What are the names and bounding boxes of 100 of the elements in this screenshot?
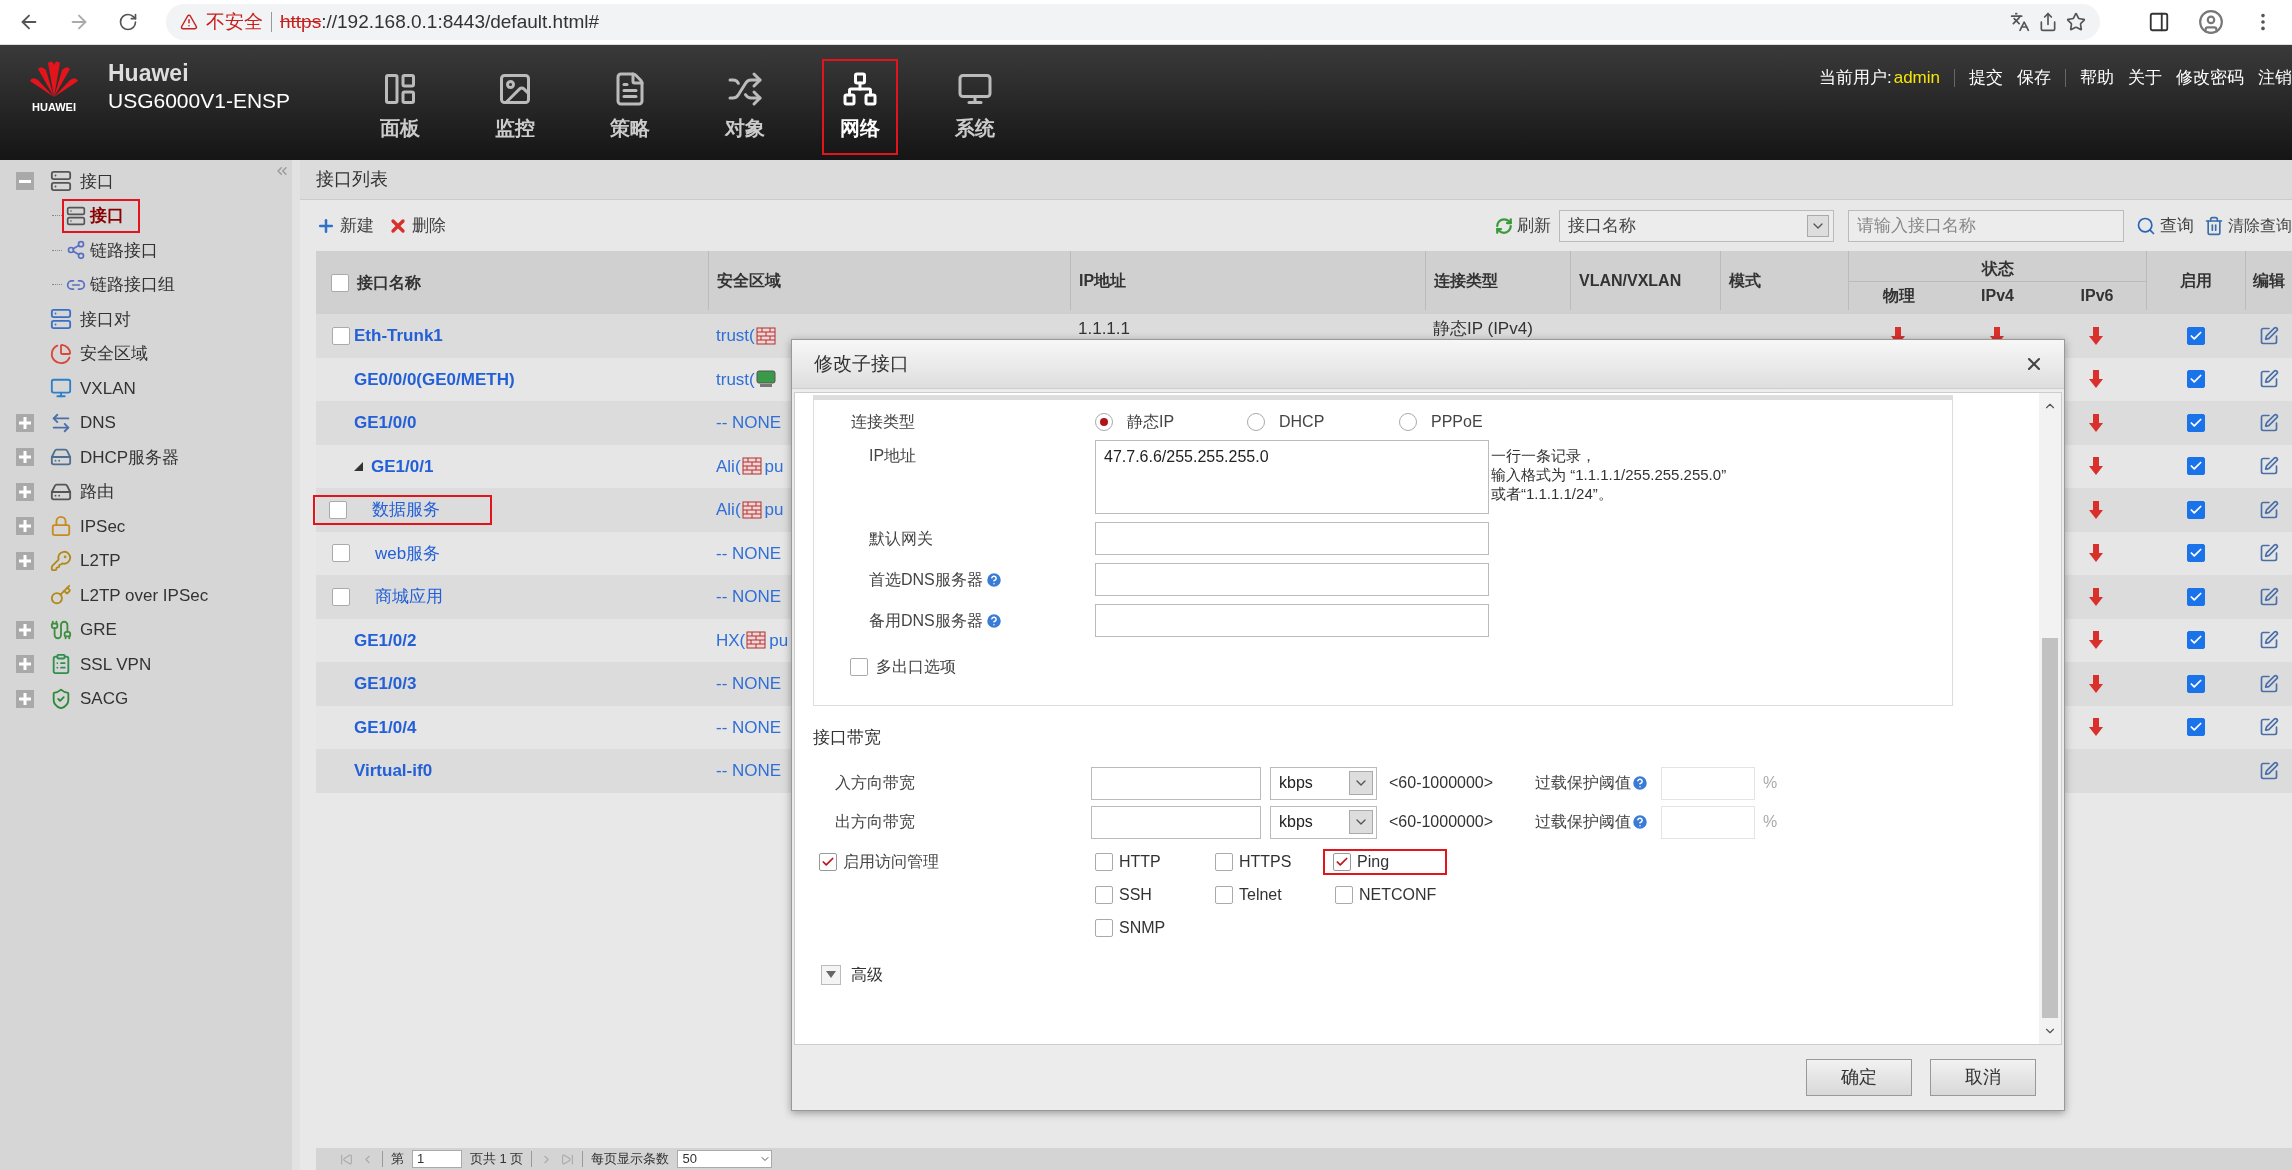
search-field[interactable]: 请输入接口名称 [1848, 209, 2124, 242]
select-all-checkbox[interactable] [331, 273, 349, 292]
nav-tab[interactable]: 策略 [591, 59, 668, 155]
edit-icon[interactable] [2258, 499, 2279, 520]
checkbox[interactable] [1335, 885, 1353, 904]
checkbox[interactable] [1095, 852, 1113, 871]
interface-name[interactable]: GE1/0/0 [354, 410, 417, 436]
sidebar-item[interactable]: L2TP over IPSec [80, 582, 209, 608]
edit-icon[interactable] [2258, 543, 2279, 564]
zone-text[interactable]: Ali( [716, 453, 741, 479]
side-panel-icon[interactable] [2148, 11, 2170, 33]
checkbox[interactable] [1095, 885, 1113, 904]
zone-text[interactable]: pu [769, 627, 789, 653]
edit-icon[interactable] [2258, 760, 2279, 781]
header-link[interactable]: 关于 [2128, 65, 2162, 91]
edit-icon[interactable] [2258, 673, 2279, 694]
zone-text[interactable]: pu [764, 453, 784, 479]
scrollbar[interactable] [2039, 393, 2061, 1044]
checkbox[interactable] [332, 587, 350, 606]
edit-icon[interactable] [2258, 456, 2279, 477]
interface-name[interactable]: GE1/0/1 [371, 453, 434, 479]
text-field[interactable] [1095, 563, 1489, 596]
enable-checkbox[interactable] [2186, 674, 2205, 693]
expand-toggle[interactable] [16, 689, 34, 708]
header-link[interactable]: 帮助 [2080, 65, 2114, 91]
expand-toggle[interactable] [16, 413, 34, 432]
query-button[interactable]: 查询 [2160, 212, 2194, 239]
sidebar-item[interactable]: 路由 [80, 479, 114, 505]
triangle-icon[interactable] [354, 461, 363, 471]
sidebar-item[interactable]: DNS [80, 410, 116, 436]
sidebar-item[interactable]: GRE [80, 617, 117, 643]
nav-tab[interactable]: 网络 [821, 59, 898, 155]
scrollbar-thumb[interactable] [2042, 638, 2058, 1018]
edit-icon[interactable] [2258, 717, 2279, 738]
star-icon[interactable] [2066, 12, 2086, 32]
checkbox[interactable] [1215, 885, 1233, 904]
per-page-select[interactable]: 50 [677, 1150, 773, 1168]
checkbox[interactable] [850, 658, 868, 676]
interface-name[interactable]: 商城应用 [375, 584, 443, 610]
expand-toggle[interactable] [16, 517, 34, 536]
enable-checkbox[interactable] [2186, 587, 2205, 606]
sidebar-item[interactable]: 接口 [62, 198, 140, 233]
reload-icon[interactable] [118, 12, 138, 32]
page-field[interactable]: 1 [412, 1150, 462, 1168]
nav-tab[interactable]: 监控 [476, 59, 553, 155]
delete-button[interactable]: 删除 [412, 212, 446, 239]
text-field[interactable] [1095, 522, 1489, 555]
header-link[interactable]: 提交 [1969, 65, 2003, 91]
checkbox[interactable] [819, 852, 837, 871]
translate-icon[interactable] [2010, 12, 2030, 32]
help-icon[interactable] [984, 570, 1003, 589]
collapse-toggle[interactable] [16, 172, 34, 191]
interface-name[interactable]: GE1/0/3 [354, 671, 417, 697]
header-link[interactable]: 保存 [2017, 65, 2051, 91]
zone-text[interactable]: Ali( [716, 497, 741, 523]
expand-toggle[interactable] [16, 448, 34, 467]
enable-checkbox[interactable] [2186, 370, 2205, 389]
interface-name[interactable]: Virtual-if0 [354, 758, 433, 784]
dialog-button[interactable]: 确定 [1806, 1059, 1912, 1096]
radio-button[interactable] [1247, 413, 1265, 431]
unit-select[interactable]: kbps [1270, 805, 1377, 839]
zone-text[interactable]: -- NONE [716, 410, 782, 436]
sidebar-item[interactable]: IPSec [80, 513, 126, 539]
dialog-button[interactable]: 取消 [1930, 1059, 2036, 1096]
checkbox[interactable] [332, 326, 350, 345]
zone-text[interactable]: -- NONE [716, 584, 782, 610]
zone-text[interactable]: -- NONE [716, 714, 782, 740]
header-link[interactable]: 修改密码 [2176, 65, 2244, 91]
edit-icon[interactable] [2258, 369, 2279, 390]
sidebar-item[interactable]: DHCP服务器 [80, 444, 180, 470]
nav-tab[interactable]: 系统 [936, 59, 1013, 155]
checkbox[interactable] [1215, 852, 1233, 871]
checkbox[interactable] [329, 500, 347, 519]
interface-name[interactable]: web服务 [375, 540, 441, 566]
interface-name[interactable]: GE0/0/0(GE0/METH) [354, 366, 515, 392]
interface-name[interactable]: Eth-Trunk1 [354, 323, 443, 349]
sidebar-item[interactable]: 安全区域 [80, 341, 148, 367]
edit-icon[interactable] [2258, 325, 2279, 346]
profile-icon[interactable] [2198, 9, 2224, 35]
edit-icon[interactable] [2258, 586, 2279, 607]
filter-select[interactable]: 接口名称 [1559, 209, 1834, 242]
interface-name[interactable]: 数据服务 [372, 497, 440, 523]
expand-toggle[interactable] [16, 482, 34, 501]
sidebar-item[interactable]: 链路接口 [62, 233, 174, 268]
nav-tab[interactable]: 面板 [361, 59, 438, 155]
enable-checkbox[interactable] [2186, 544, 2205, 563]
ip-address-field[interactable]: 47.7.6.6/255.255.255.0 [1095, 440, 1489, 514]
bandwidth-field[interactable] [1091, 766, 1261, 800]
radio-button[interactable] [1399, 413, 1417, 431]
enable-checkbox[interactable] [2186, 326, 2205, 345]
sidebar-item[interactable]: 接口对 [80, 306, 131, 332]
zone-text[interactable]: -- NONE [716, 671, 782, 697]
zone-text[interactable]: -- NONE [716, 758, 782, 784]
expand-toggle[interactable] [16, 620, 34, 639]
nav-tab[interactable]: 对象 [706, 59, 783, 155]
checkbox[interactable] [1333, 852, 1351, 871]
help-icon[interactable] [1631, 813, 1649, 831]
refresh-button[interactable]: 刷新 [1517, 212, 1551, 239]
interface-name[interactable]: GE1/0/2 [354, 627, 417, 653]
edit-icon[interactable] [2258, 630, 2279, 651]
